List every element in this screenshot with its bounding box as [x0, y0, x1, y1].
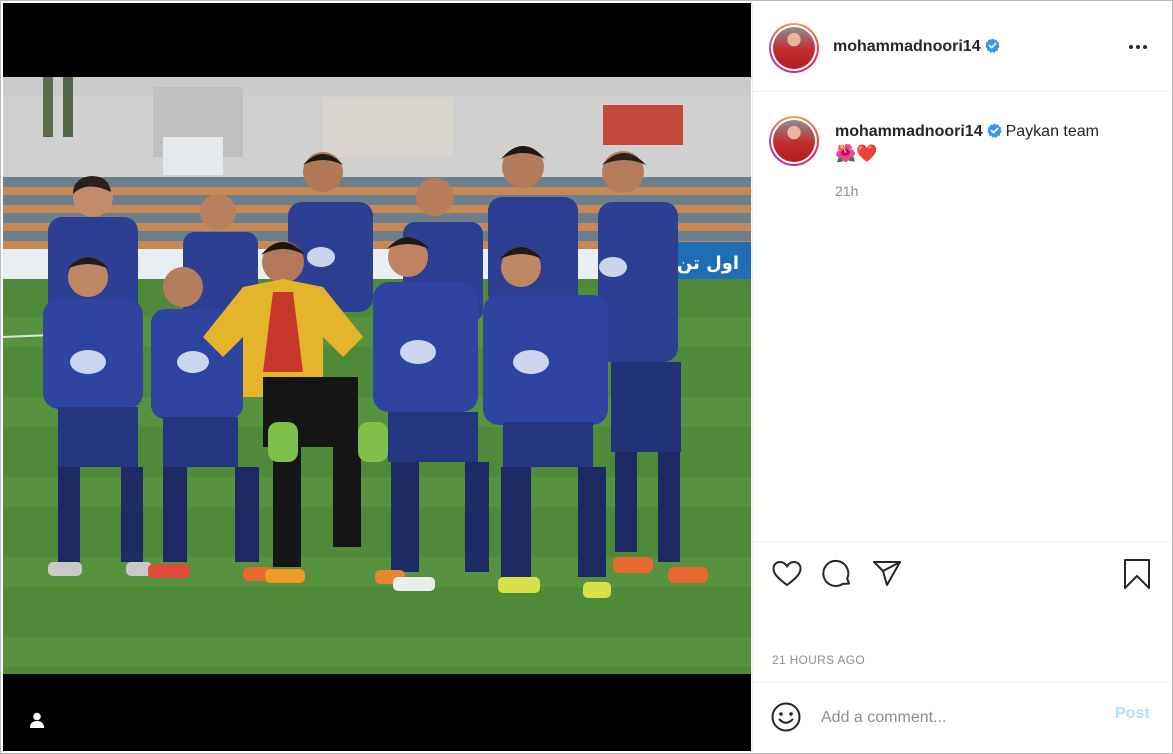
- more-options-icon: [1129, 45, 1133, 49]
- post-modal: اول تن mohammadnoori14 mohammadnoori14 P…: [0, 0, 1173, 754]
- bookmark-icon: [1124, 559, 1150, 589]
- post-header: mohammadnoori14: [753, 3, 1171, 92]
- comment-button[interactable]: [821, 558, 853, 590]
- user-tag-icon: [30, 712, 44, 728]
- verified-badge-icon: [984, 38, 1000, 53]
- comment-input[interactable]: [821, 705, 1101, 731]
- caption-text: mohammadnoori14 Paykan team 🌺❤️: [835, 121, 1155, 165]
- heart-icon: [772, 560, 802, 587]
- comment-form: Post: [753, 682, 1171, 751]
- avatar[interactable]: [769, 23, 819, 73]
- post-media: اول تن: [3, 3, 751, 751]
- more-options-button[interactable]: [1125, 35, 1151, 59]
- smiley-icon: [771, 702, 801, 732]
- team-photo-illustration: اول تن: [3, 77, 751, 674]
- caption-avatar[interactable]: [769, 116, 819, 166]
- caption-username[interactable]: mohammadnoori14: [835, 123, 1002, 140]
- emoji-picker-button[interactable]: [770, 701, 802, 733]
- post-timestamp[interactable]: 21 HOURS AGO: [772, 653, 865, 667]
- username-link[interactable]: mohammadnoori14: [833, 38, 981, 55]
- action-bar: [753, 541, 1171, 605]
- caption-timestamp[interactable]: 21h: [835, 183, 858, 199]
- paper-plane-icon: [873, 561, 901, 586]
- caption-body: Paykan team: [1005, 123, 1099, 140]
- post-comment-button[interactable]: Post: [1115, 705, 1150, 723]
- caption-emojis: 🌺❤️: [835, 144, 878, 163]
- tagged-users-button[interactable]: [25, 708, 49, 732]
- post-photo[interactable]: اول تن: [3, 77, 751, 674]
- comment-bubble-icon: [822, 559, 850, 587]
- header-username[interactable]: mohammadnoori14: [833, 38, 1000, 56]
- save-button[interactable]: [1121, 558, 1153, 590]
- like-button[interactable]: [771, 558, 803, 590]
- billboard-text: اول تن: [677, 253, 739, 274]
- share-button[interactable]: [871, 558, 903, 590]
- post-details-panel: mohammadnoori14 mohammadnoori14 Paykan te…: [752, 3, 1171, 751]
- verified-badge-icon: [986, 123, 1002, 138]
